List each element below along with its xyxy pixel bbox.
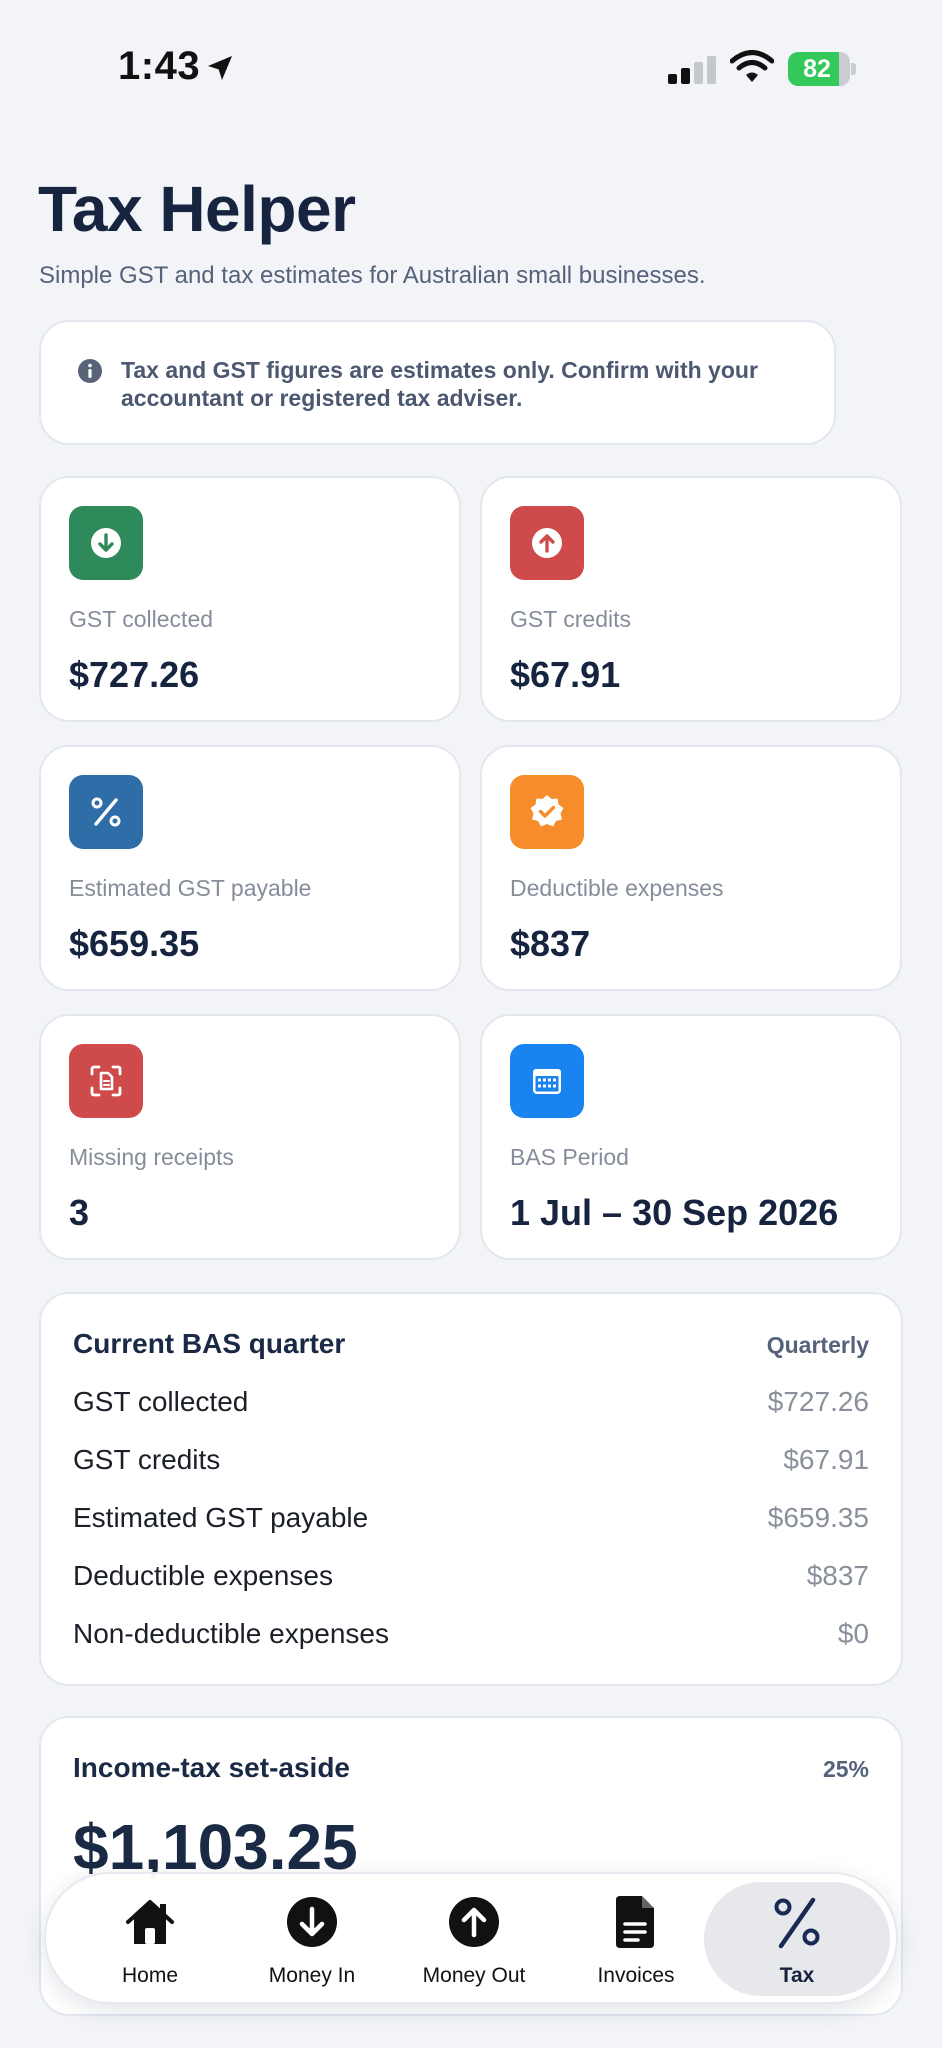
bas-row-label: GST credits <box>73 1444 221 1475</box>
cellular-signal-icon <box>668 56 716 84</box>
stat-value: $67.91 <box>510 654 621 695</box>
stat-label: Deductible expenses <box>510 875 724 901</box>
income-tax-rate: 25% <box>822 1756 869 1782</box>
bas-row: Non-deductible expenses $0 <box>73 1618 869 1658</box>
bas-row-label: Non-deductible expenses <box>73 1618 389 1649</box>
missing-receipts-tile <box>69 1044 143 1118</box>
stat-card-missing-receipts[interactable]: Missing receipts 3 <box>39 1014 461 1260</box>
location-arrow-icon <box>208 56 232 80</box>
bas-row: GST collected $727.26 <box>73 1386 869 1426</box>
bas-row: Deductible expenses $837 <box>73 1560 869 1600</box>
bas-row-label: Deductible expenses <box>73 1560 333 1591</box>
notice-text: Tax and GST figures are estimates only. … <box>121 357 758 411</box>
bas-quarter-section: Current BAS quarter Quarterly GST collec… <box>39 1292 903 1686</box>
verified-badge-icon <box>530 795 564 827</box>
gst-collected-tile <box>69 506 143 580</box>
stat-label: BAS Period <box>510 1144 629 1170</box>
page-subtitle: Simple GST and tax estimates for Austral… <box>39 262 706 289</box>
tab-money-out[interactable]: Money Out <box>394 1882 554 1996</box>
tab-home[interactable]: Home <box>70 1882 230 1996</box>
tab-invoices[interactable]: Invoices <box>556 1882 716 1996</box>
tab-label: Money Out <box>422 1964 526 1987</box>
bottom-tab-bar: Home Money In Money Out Invoices Tax <box>44 1872 898 2004</box>
stat-label: GST credits <box>510 606 631 632</box>
bas-row-value: $659.35 <box>767 1502 869 1533</box>
tab-label: Tax <box>779 1964 815 1987</box>
stat-label: GST collected <box>69 606 214 632</box>
stat-label: Missing receipts <box>69 1144 234 1170</box>
tab-label: Invoices <box>597 1964 675 1987</box>
bas-row-value: $0 <box>837 1618 869 1649</box>
bas-period-tile <box>510 1044 584 1118</box>
arrow-up-circle-icon <box>449 1897 499 1947</box>
stat-value: $659.35 <box>69 923 200 964</box>
bas-row-value: $67.91 <box>783 1444 869 1475</box>
stat-value: $837 <box>510 923 591 964</box>
bas-section-title: Current BAS quarter <box>73 1328 346 1359</box>
stat-card-gst-credits[interactable]: GST credits $67.91 <box>480 476 902 722</box>
arrow-down-circle-icon <box>91 528 121 558</box>
stat-value: 1 Jul – 30 Sep 2026 <box>510 1192 839 1233</box>
home-icon <box>126 1900 174 1944</box>
stat-card-gst-payable[interactable]: Estimated GST payable $659.35 <box>39 745 461 991</box>
battery-indicator: 82 <box>788 52 856 86</box>
percent-icon <box>774 1897 820 1949</box>
bas-row-value: $727.26 <box>767 1386 869 1417</box>
calendar-icon <box>533 1069 561 1094</box>
arrow-up-circle-icon <box>532 528 562 558</box>
tab-money-in[interactable]: Money In <box>232 1882 392 1996</box>
tab-label: Money In <box>268 1964 356 1987</box>
stat-value: $727.26 <box>69 654 200 695</box>
percent-icon <box>91 797 121 827</box>
estimate-notice: Tax and GST figures are estimates only. … <box>39 320 836 445</box>
status-time: 1:43 <box>118 44 201 88</box>
stat-card-deductible-expenses[interactable]: Deductible expenses $837 <box>480 745 902 991</box>
bas-row: GST credits $67.91 <box>73 1444 869 1484</box>
stat-card-bas-period[interactable]: BAS Period 1 Jul – 30 Sep 2026 <box>480 1014 902 1260</box>
bas-row: Estimated GST payable $659.35 <box>73 1502 869 1542</box>
tab-label: Home <box>121 1964 179 1987</box>
stat-card-gst-collected[interactable]: GST collected $727.26 <box>39 476 461 722</box>
arrow-down-circle-icon <box>287 1897 337 1947</box>
bas-row-value: $837 <box>806 1560 869 1591</box>
page-title: Tax Helper <box>38 173 356 245</box>
gst-credits-tile <box>510 506 584 580</box>
deductible-expenses-tile <box>510 775 584 849</box>
document-icon <box>616 1896 654 1948</box>
stat-value: 3 <box>69 1192 90 1233</box>
bas-row-label: GST collected <box>73 1386 249 1417</box>
income-tax-title: Income-tax set-aside <box>73 1752 350 1783</box>
wifi-icon <box>730 50 774 82</box>
receipt-scan-icon <box>90 1065 122 1097</box>
tab-tax[interactable]: Tax <box>704 1882 890 1996</box>
status-bar: 1:43 82 <box>0 0 942 130</box>
battery-percent: 82 <box>803 55 831 83</box>
bas-frequency-tag: Quarterly <box>766 1332 869 1358</box>
gst-payable-tile <box>69 775 143 849</box>
stat-label: Estimated GST payable <box>69 875 312 901</box>
bas-row-label: Estimated GST payable <box>73 1502 369 1533</box>
info-icon <box>78 359 102 383</box>
